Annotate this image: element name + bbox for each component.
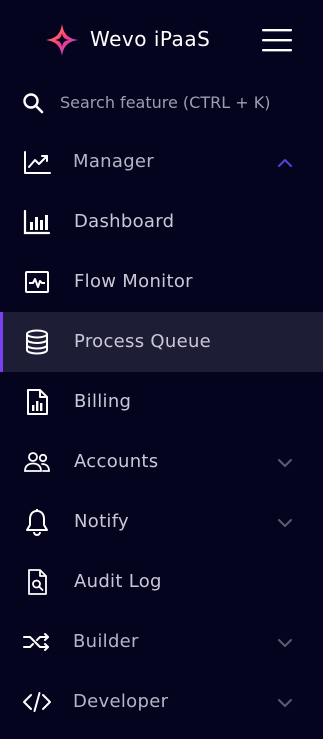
nav-item-label: Manager bbox=[73, 151, 154, 172]
nav-item-audit-log[interactable]: Audit Log bbox=[0, 552, 323, 612]
nav-item-label: Process Queue bbox=[74, 331, 212, 352]
nav-item-label: Audit Log bbox=[74, 571, 162, 592]
nav-item-label: Accounts bbox=[74, 451, 159, 472]
star-logo-icon bbox=[44, 22, 80, 58]
code-icon bbox=[22, 687, 52, 717]
nav-item-dashboard[interactable]: Dashboard bbox=[0, 192, 323, 252]
search-placeholder: Search feature (CTRL + K) bbox=[60, 93, 271, 112]
pulse-monitor-icon bbox=[22, 267, 52, 297]
database-icon bbox=[22, 327, 52, 357]
chevron-down-icon[interactable] bbox=[274, 452, 296, 474]
chevron-up-icon[interactable] bbox=[274, 152, 296, 174]
chevron-down-icon[interactable] bbox=[274, 692, 296, 714]
bell-icon bbox=[22, 507, 52, 537]
nav-item-label: Notify bbox=[74, 511, 130, 532]
nav-item-builder[interactable]: Builder bbox=[0, 612, 323, 672]
search-icon bbox=[22, 92, 44, 114]
nav-item-billing[interactable]: Billing bbox=[0, 372, 323, 432]
app-title: Wevo iPaaS bbox=[90, 27, 211, 51]
nav-item-accounts[interactable]: Accounts bbox=[0, 432, 323, 492]
report-document-icon bbox=[22, 387, 52, 417]
hamburger-menu-icon[interactable] bbox=[260, 26, 294, 54]
nav-item-notify[interactable]: Notify bbox=[0, 492, 323, 552]
sidebar: Wevo iPaaS Search feature (CTRL + K) Man… bbox=[0, 0, 323, 739]
sidebar-header: Wevo iPaaS bbox=[0, 0, 323, 80]
nav-item-manager[interactable]: Manager bbox=[0, 132, 323, 192]
nav-item-process-queue[interactable]: Process Queue bbox=[0, 312, 323, 372]
search-feature-input[interactable]: Search feature (CTRL + K) bbox=[0, 78, 323, 128]
nav-item-label: Developer bbox=[73, 691, 169, 712]
nav-item-label: Builder bbox=[73, 631, 139, 652]
bar-chart-icon bbox=[22, 207, 52, 237]
nav-item-flow-monitor[interactable]: Flow Monitor bbox=[0, 252, 323, 312]
users-icon bbox=[22, 447, 52, 477]
shuffle-icon bbox=[22, 627, 52, 657]
nav-item-label: Dashboard bbox=[74, 211, 175, 232]
chevron-down-icon[interactable] bbox=[274, 512, 296, 534]
document-search-icon bbox=[22, 567, 52, 597]
nav-item-developer[interactable]: Developer bbox=[0, 672, 323, 732]
nav-item-label: Flow Monitor bbox=[74, 271, 193, 292]
chevron-down-icon[interactable] bbox=[274, 632, 296, 654]
nav-item-label: Billing bbox=[74, 391, 132, 412]
trending-chart-icon bbox=[22, 147, 52, 177]
